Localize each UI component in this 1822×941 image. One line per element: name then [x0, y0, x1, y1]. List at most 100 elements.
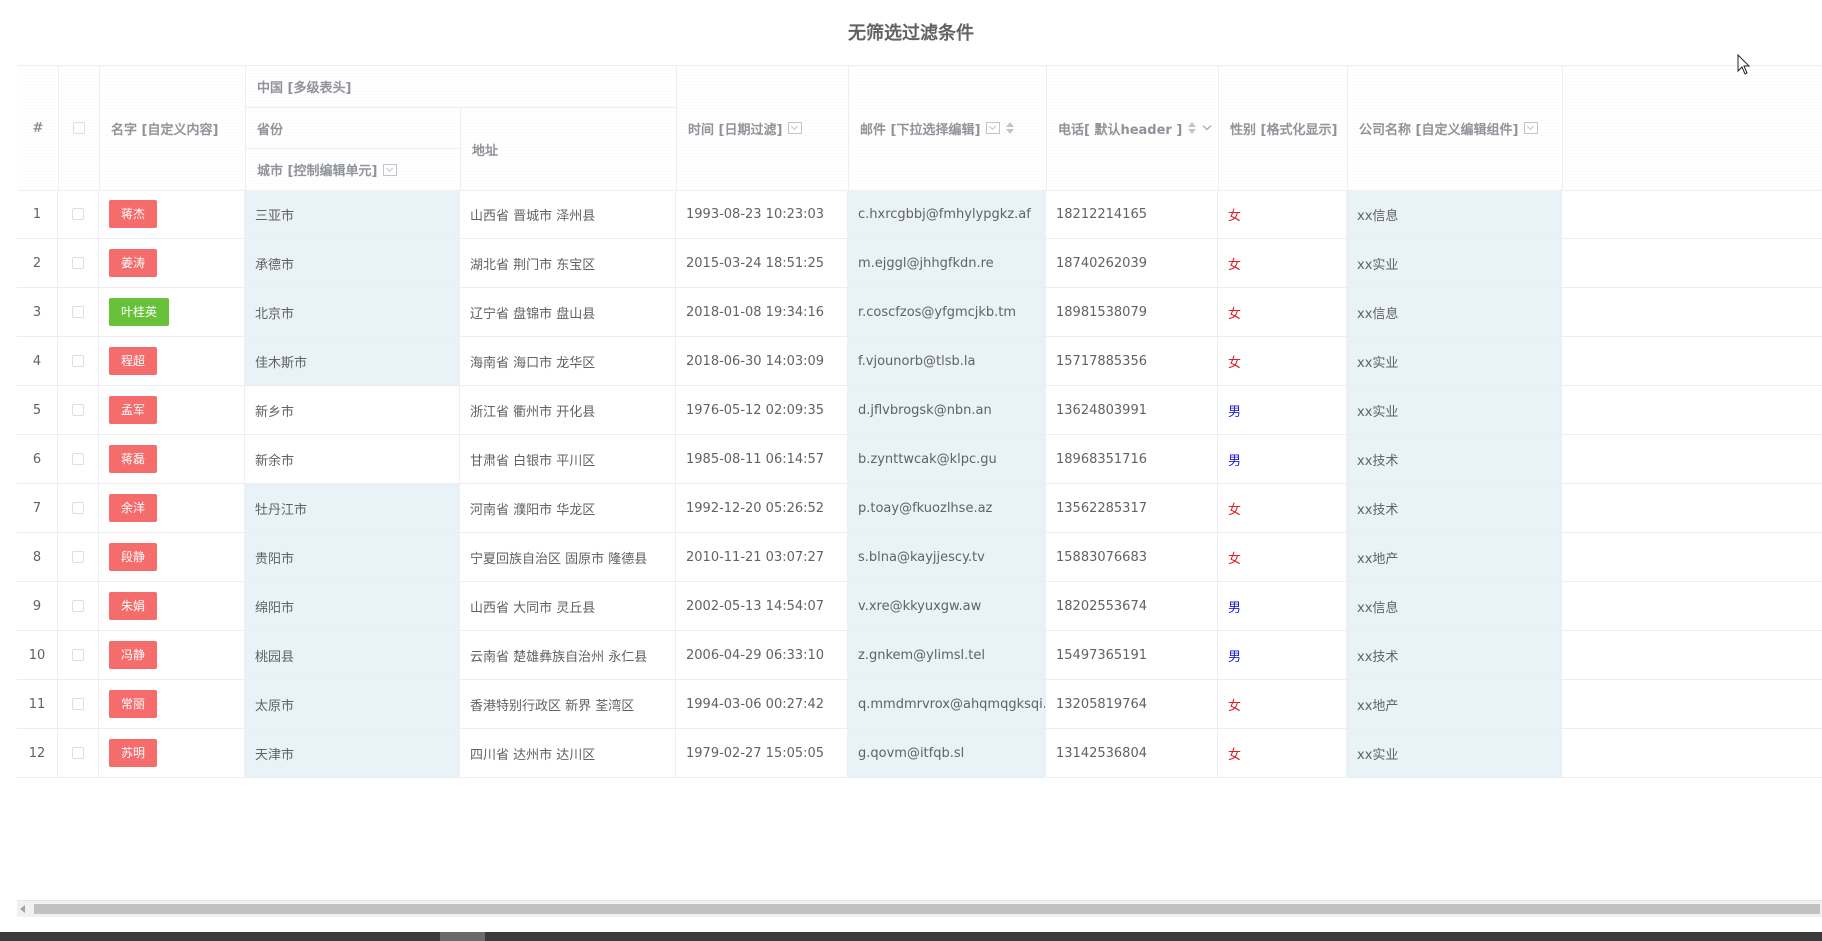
header-phone[interactable]: 电话[ 默认header ] — [1047, 66, 1219, 191]
cell-time[interactable]: 1985-08-11 06:14:57 — [676, 435, 848, 484]
cell-time[interactable]: 1976-05-12 02:09:35 — [676, 386, 848, 435]
cell-time[interactable]: 2010-11-21 03:07:27 — [676, 533, 848, 582]
name-tag[interactable]: 余洋 — [109, 494, 158, 522]
cell-city[interactable]: 绵阳市 — [245, 582, 460, 631]
header-city[interactable]: 城市 [控制编辑单元] — [246, 149, 461, 191]
filter-icon[interactable] — [986, 122, 1001, 134]
sort-icon[interactable] — [1188, 122, 1197, 134]
table-row[interactable]: 6 蒋磊 新余市 甘肃省 白银市 平川区 1985-08-11 06:14:57 b.zy… — [17, 435, 1822, 484]
cell-time[interactable]: 2018-01-08 19:34:16 — [676, 288, 848, 337]
cell-email[interactable]: z.gnkem@ylimsl.tel — [848, 631, 1046, 680]
name-tag[interactable]: 蒋磊 — [109, 445, 158, 473]
name-tag[interactable]: 姜涛 — [109, 249, 158, 277]
cell-city[interactable]: 天津市 — [245, 729, 460, 778]
cell-company[interactable]: xx技术 — [1347, 484, 1562, 533]
filter-icon[interactable] — [1524, 122, 1539, 134]
cell-email[interactable]: f.vjounorb@tlsb.la — [848, 337, 1046, 386]
checkbox-icon[interactable] — [72, 600, 84, 612]
table-row[interactable]: 8 段静 贵阳市 宁夏回族自治区 固原市 隆德县 2010-11-21 03:07:27… — [17, 533, 1822, 582]
cell-company[interactable]: xx信息 — [1347, 288, 1562, 337]
cell-company[interactable]: xx信息 — [1347, 582, 1562, 631]
name-tag[interactable]: 苏明 — [109, 739, 158, 767]
cell-email[interactable]: c.hxrcgbbj@fmhylypgkz.af — [848, 190, 1046, 239]
cell-time[interactable]: 1993-08-23 10:23:03 — [676, 190, 848, 239]
horizontal-scrollbar[interactable] — [17, 900, 1822, 917]
table-row[interactable]: 12 苏明 天津市 四川省 达州市 达川区 1979-02-27 15:05:05 g.q… — [17, 729, 1822, 778]
name-tag[interactable]: 常丽 — [109, 690, 158, 718]
cell-city[interactable]: 桃园县 — [245, 631, 460, 680]
checkbox-icon[interactable] — [72, 698, 84, 710]
name-tag[interactable]: 冯静 — [109, 641, 158, 669]
table-row[interactable]: 4 程超 佳木斯市 海南省 海口市 龙华区 2018-06-30 14:03:09 f.v… — [17, 337, 1822, 386]
cell-city[interactable]: 承德市 — [245, 239, 460, 288]
cell-company[interactable]: xx实业 — [1347, 239, 1562, 288]
checkbox-icon[interactable] — [72, 355, 84, 367]
checkbox-icon[interactable] — [72, 649, 84, 661]
cell-time[interactable]: 2015-03-24 18:51:25 — [676, 239, 848, 288]
cell-city[interactable]: 三亚市 — [245, 190, 460, 239]
cell-time[interactable]: 1994-03-06 00:27:42 — [676, 680, 848, 729]
cell-company[interactable]: xx地产 — [1347, 533, 1562, 582]
cell-email[interactable]: d.jflvbrogsk@nbn.an — [848, 386, 1046, 435]
cell-company[interactable]: xx地产 — [1347, 680, 1562, 729]
header-select-all[interactable] — [59, 66, 100, 191]
sort-icon[interactable] — [1006, 122, 1015, 134]
cell-email[interactable]: b.zynttwcak@klpc.gu — [848, 435, 1046, 484]
table-row[interactable]: 2 姜涛 承德市 湖北省 荆门市 东宝区 2015-03-24 18:51:25 m.ej… — [17, 239, 1822, 288]
cell-email[interactable]: v.xre@kkyuxgw.aw — [848, 582, 1046, 631]
table-row[interactable]: 10 冯静 桃园县 云南省 楚雄彝族自治州 永仁县 2006-04-29 06:33:1… — [17, 631, 1822, 680]
cell-time[interactable]: 2018-06-30 14:03:09 — [676, 337, 848, 386]
table-row[interactable]: 1 蒋杰 三亚市 山西省 晋城市 泽州县 1993-08-23 10:23:03 c.hx… — [17, 190, 1822, 239]
table-row[interactable]: 7 余洋 牡丹江市 河南省 濮阳市 华龙区 1992-12-20 05:26:52 p.t… — [17, 484, 1822, 533]
checkbox-icon[interactable] — [72, 208, 84, 220]
name-tag[interactable]: 程超 — [109, 347, 158, 375]
header-email[interactable]: 邮件 [下拉选择编辑] — [849, 66, 1047, 191]
cell-company[interactable]: xx技术 — [1347, 631, 1562, 680]
cell-time[interactable]: 1992-12-20 05:26:52 — [676, 484, 848, 533]
cell-time[interactable]: 1979-02-27 15:05:05 — [676, 729, 848, 778]
checkbox-icon[interactable] — [72, 257, 84, 269]
filter-icon[interactable] — [788, 122, 803, 134]
cell-time[interactable]: 2006-04-29 06:33:10 — [676, 631, 848, 680]
cell-city[interactable]: 牡丹江市 — [245, 484, 460, 533]
checkbox-icon[interactable] — [72, 404, 84, 416]
checkbox-icon[interactable] — [72, 502, 84, 514]
checkbox-icon[interactable] — [72, 551, 84, 563]
cell-company[interactable]: xx技术 — [1347, 435, 1562, 484]
checkbox-icon[interactable] — [73, 122, 85, 134]
cell-company[interactable]: xx信息 — [1347, 190, 1562, 239]
table-row[interactable]: 3 叶桂英 北京市 辽宁省 盘锦市 盘山县 2018-01-08 19:34:16 r.c… — [17, 288, 1822, 337]
checkbox-icon[interactable] — [72, 747, 84, 759]
cell-city[interactable]: 贵阳市 — [245, 533, 460, 582]
filter-icon[interactable] — [383, 163, 398, 176]
scrollbar-thumb[interactable] — [34, 904, 1820, 914]
cell-email[interactable]: g.qovm@itfqb.sl — [848, 729, 1046, 778]
table-row[interactable]: 11 常丽 太原市 香港特别行政区 新界 荃湾区 1994-03-06 00:27:42… — [17, 680, 1822, 729]
cell-city[interactable]: 北京市 — [245, 288, 460, 337]
name-tag[interactable]: 段静 — [109, 543, 158, 571]
header-company[interactable]: 公司名称 [自定义编辑组件] — [1348, 66, 1563, 191]
name-tag[interactable]: 蒋杰 — [109, 200, 158, 228]
name-tag[interactable]: 朱娟 — [109, 592, 158, 620]
cell-city[interactable]: 太原市 — [245, 680, 460, 729]
checkbox-icon[interactable] — [72, 306, 84, 318]
cell-email[interactable]: s.blna@kayjjescy.tv — [848, 533, 1046, 582]
cell-city[interactable]: 佳木斯市 — [245, 337, 460, 386]
cell-company[interactable]: xx实业 — [1347, 337, 1562, 386]
cell-email[interactable]: m.ejggl@jhhgfkdn.re — [848, 239, 1046, 288]
cell-company[interactable]: xx实业 — [1347, 386, 1562, 435]
cell-time[interactable]: 2002-05-13 14:54:07 — [676, 582, 848, 631]
chevron-down-icon[interactable] — [1203, 121, 1212, 131]
name-tag[interactable]: 孟军 — [109, 396, 158, 424]
cell-city[interactable]: 新乡市 — [245, 386, 460, 435]
cell-city[interactable]: 新余市 — [245, 435, 460, 484]
name-tag[interactable]: 叶桂英 — [109, 298, 170, 326]
cell-email[interactable]: q.mmdmrvrox@ahqmqgksqi.cn — [848, 680, 1046, 729]
arrow-left-icon[interactable] — [20, 905, 25, 913]
cell-company[interactable]: xx实业 — [1347, 729, 1562, 778]
table-row[interactable]: 5 孟军 新乡市 浙江省 衢州市 开化县 1976-05-12 02:09:35 d.jf… — [17, 386, 1822, 435]
header-time[interactable]: 时间 [日期过滤] — [677, 66, 849, 191]
cell-email[interactable]: r.coscfzos@yfgmcjkb.tm — [848, 288, 1046, 337]
checkbox-icon[interactable] — [72, 453, 84, 465]
table-row[interactable]: 9 朱娟 绵阳市 山西省 大同市 灵丘县 2002-05-13 14:54:07 v.xr… — [17, 582, 1822, 631]
